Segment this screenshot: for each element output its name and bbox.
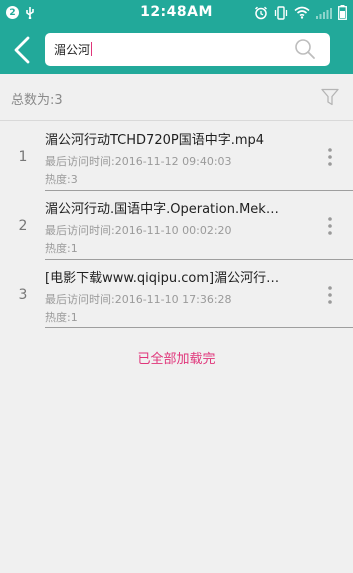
search-icon[interactable] bbox=[294, 38, 316, 60]
more-vertical-icon[interactable] bbox=[327, 285, 333, 305]
filter-icon[interactable] bbox=[321, 88, 339, 106]
item-index: 3 bbox=[18, 287, 28, 303]
search-toolbar: 湄公河 bbox=[0, 26, 353, 74]
item-heat: 热度:1 bbox=[45, 311, 78, 324]
more-vertical-icon[interactable] bbox=[327, 216, 333, 236]
all-loaded-footer: 已全部加载完 bbox=[137, 352, 216, 367]
more-vertical-icon[interactable] bbox=[327, 147, 333, 167]
wifi-icon bbox=[294, 6, 310, 19]
item-title: [电影下载www.qiqipu.com]湄公河行… bbox=[45, 271, 280, 286]
result-count-bar: 总数为:3 bbox=[0, 74, 353, 121]
search-input[interactable]: 湄公河 bbox=[54, 41, 93, 58]
item-title: 湄公河行动.国语中字.Operation.Mek… bbox=[45, 202, 279, 217]
search-box[interactable]: 湄公河 bbox=[45, 33, 330, 66]
item-heat: 热度:3 bbox=[45, 173, 78, 186]
item-index: 2 bbox=[18, 218, 28, 234]
signal-icon bbox=[316, 7, 332, 19]
list-item[interactable]: 3 [电影下载www.qiqipu.com]湄公河行… 最后访问时间:2016-… bbox=[0, 260, 353, 328]
text-caret bbox=[91, 42, 93, 56]
item-last-visit: 最后访问时间:2016-11-10 00:02:20 bbox=[45, 224, 232, 237]
item-index: 1 bbox=[18, 149, 28, 165]
list-item[interactable]: 1 湄公河行动TCHD720P国语中字.mp4 最后访问时间:2016-11-1… bbox=[0, 122, 353, 190]
item-last-visit: 最后访问时间:2016-11-12 09:40:03 bbox=[45, 155, 232, 168]
battery-icon bbox=[338, 5, 347, 20]
vibrate-icon bbox=[274, 5, 288, 20]
back-arrow-icon bbox=[14, 36, 30, 64]
status-right bbox=[254, 5, 347, 20]
status-bar: 2 12:48AM bbox=[0, 0, 353, 26]
result-count: 总数为:3 bbox=[11, 93, 63, 108]
list-divider bbox=[45, 327, 353, 328]
alarm-icon bbox=[254, 6, 268, 19]
item-last-visit: 最后访问时间:2016-11-10 17:36:28 bbox=[45, 293, 232, 306]
search-query: 湄公河 bbox=[54, 43, 91, 57]
back-button[interactable] bbox=[6, 33, 40, 67]
item-title: 湄公河行动TCHD720P国语中字.mp4 bbox=[45, 133, 265, 148]
item-heat: 热度:1 bbox=[45, 242, 78, 255]
list-item[interactable]: 2 湄公河行动.国语中字.Operation.Mek… 最后访问时间:2016-… bbox=[0, 191, 353, 259]
